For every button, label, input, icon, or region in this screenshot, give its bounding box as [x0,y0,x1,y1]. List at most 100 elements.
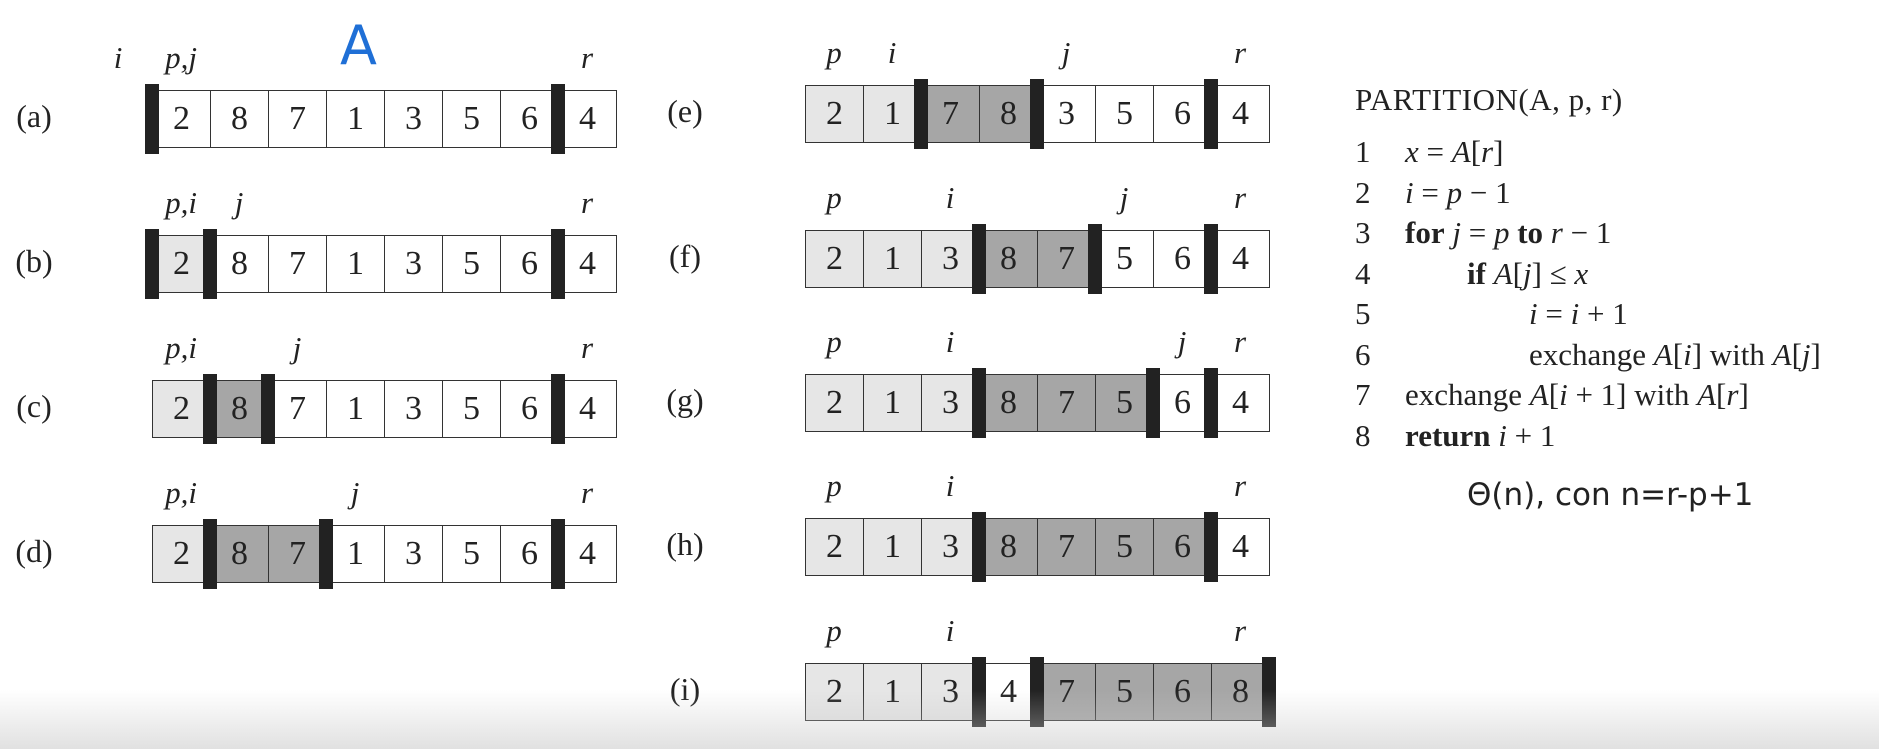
index-marker: i [887,35,897,70]
array-cell: 3 [1037,85,1096,143]
array-cell: 3 [384,90,443,148]
index-marker: r [1233,468,1247,503]
partition-divider [203,519,217,589]
array-cell: 4 [558,90,617,148]
index-marker: p [826,180,842,215]
array-cell: 4 [558,380,617,438]
index-marker: i [945,613,955,648]
line-number: 2 [1355,174,1371,210]
partition-divider [319,519,333,589]
array-cell: 8 [979,230,1038,288]
partition-divider [1204,224,1218,294]
index-marker: r [580,330,594,365]
index-marker: i [113,40,123,75]
bottom-shadow [0,690,1879,749]
array-cell: 5 [442,90,501,148]
array-cell: 5 [442,525,501,583]
line-code: return i + 1 [1405,417,1556,453]
array-cell: 4 [1211,85,1270,143]
array-cell: 3 [384,235,443,293]
index-marker: j [1061,35,1071,70]
line-code: exchange A[i] with A[j] [1529,336,1821,372]
array-cell: 4 [558,525,617,583]
partition-divider [914,79,928,149]
array-cell: 8 [210,235,269,293]
line-code: i = p − 1 [1405,174,1511,210]
array-cell: 4 [1211,518,1270,576]
array-cell: 7 [1037,518,1096,576]
index-marker: p,i [165,475,197,510]
array-cell: 2 [805,374,864,432]
line-code: i = i + 1 [1529,296,1628,331]
partition-divider [551,229,565,299]
panel-label: (d) [15,533,53,569]
handwritten-array-label: A [340,14,377,77]
line-number: 5 [1355,296,1371,331]
index-marker: r [1233,613,1247,648]
array-cell: 2 [805,518,864,576]
array-cell: 7 [1037,374,1096,432]
index-marker: p,i [165,330,197,365]
partition-divider [203,229,217,299]
line-number: 6 [1355,336,1371,372]
array-cell: 1 [326,235,385,293]
partition-divider [1204,79,1218,149]
array-cell: 7 [268,380,327,438]
partition-divider [972,368,986,438]
index-marker: p,i [165,185,197,220]
partition-figure: A (a) 2 8 7 1 3 5 6 4 i p,j r (b) 2 8 7 1 3 5 6 4 p,i j r (c) 2 8 7… [0,0,1879,749]
partition-divider [1204,512,1218,582]
partition-divider [1204,368,1218,438]
index-marker: j [350,475,360,510]
index-marker: p [826,613,842,648]
array-cell: 1 [863,230,922,288]
index-marker: j [1177,324,1187,359]
array-cell: 1 [863,374,922,432]
index-marker: r [580,475,594,510]
partition-divider [551,84,565,154]
line-number: 7 [1355,377,1371,412]
partition-divider [1146,368,1160,438]
line-number: 4 [1355,255,1371,291]
array-cell: 5 [442,380,501,438]
index-marker: r [1233,35,1247,70]
panel-label: (g) [666,382,704,418]
line-code: x = A[r] [1405,134,1504,169]
array-cell: 1 [326,90,385,148]
line-code: exchange A[i + 1] with A[r] [1405,377,1749,412]
index-marker: j [234,185,244,220]
partition-divider [972,224,986,294]
array-cell: 4 [558,235,617,293]
array-cell: 1 [326,380,385,438]
partition-divider [1088,224,1102,294]
line-code: for j = p to r − 1 [1405,215,1612,250]
index-marker: i [945,180,955,215]
line-code: if A[j] ≤ x [1467,255,1589,291]
array-cell: 8 [979,374,1038,432]
panel-label: (h) [666,526,704,562]
partition-divider [261,374,275,444]
index-marker: j [292,330,302,365]
array-cell: 5 [1095,230,1154,288]
array-cell: 3 [384,380,443,438]
complexity-note: Θ(n), con n=r-p+1 [1467,477,1754,513]
index-marker: p [826,35,842,70]
array-cell: 2 [805,85,864,143]
index-marker: r [580,40,594,75]
line-number: 1 [1355,134,1371,169]
array-cell: 5 [442,235,501,293]
panel-label: (b) [15,243,53,279]
index-marker: p [826,324,842,359]
array-cell: 8 [979,518,1038,576]
panel-label: (f) [669,238,701,274]
array-cell: 7 [268,235,327,293]
pseudocode-title: PARTITION(A, p, r) [1355,82,1623,118]
array-cell: 2 [152,90,211,148]
array-cell: 4 [1211,374,1270,432]
array-cell: 8 [210,90,269,148]
index-marker: j [1119,180,1129,215]
panel-label: (e) [667,93,703,129]
array-cell: 1 [863,518,922,576]
panel-label: (c) [16,388,52,424]
index-marker: i [945,324,955,359]
